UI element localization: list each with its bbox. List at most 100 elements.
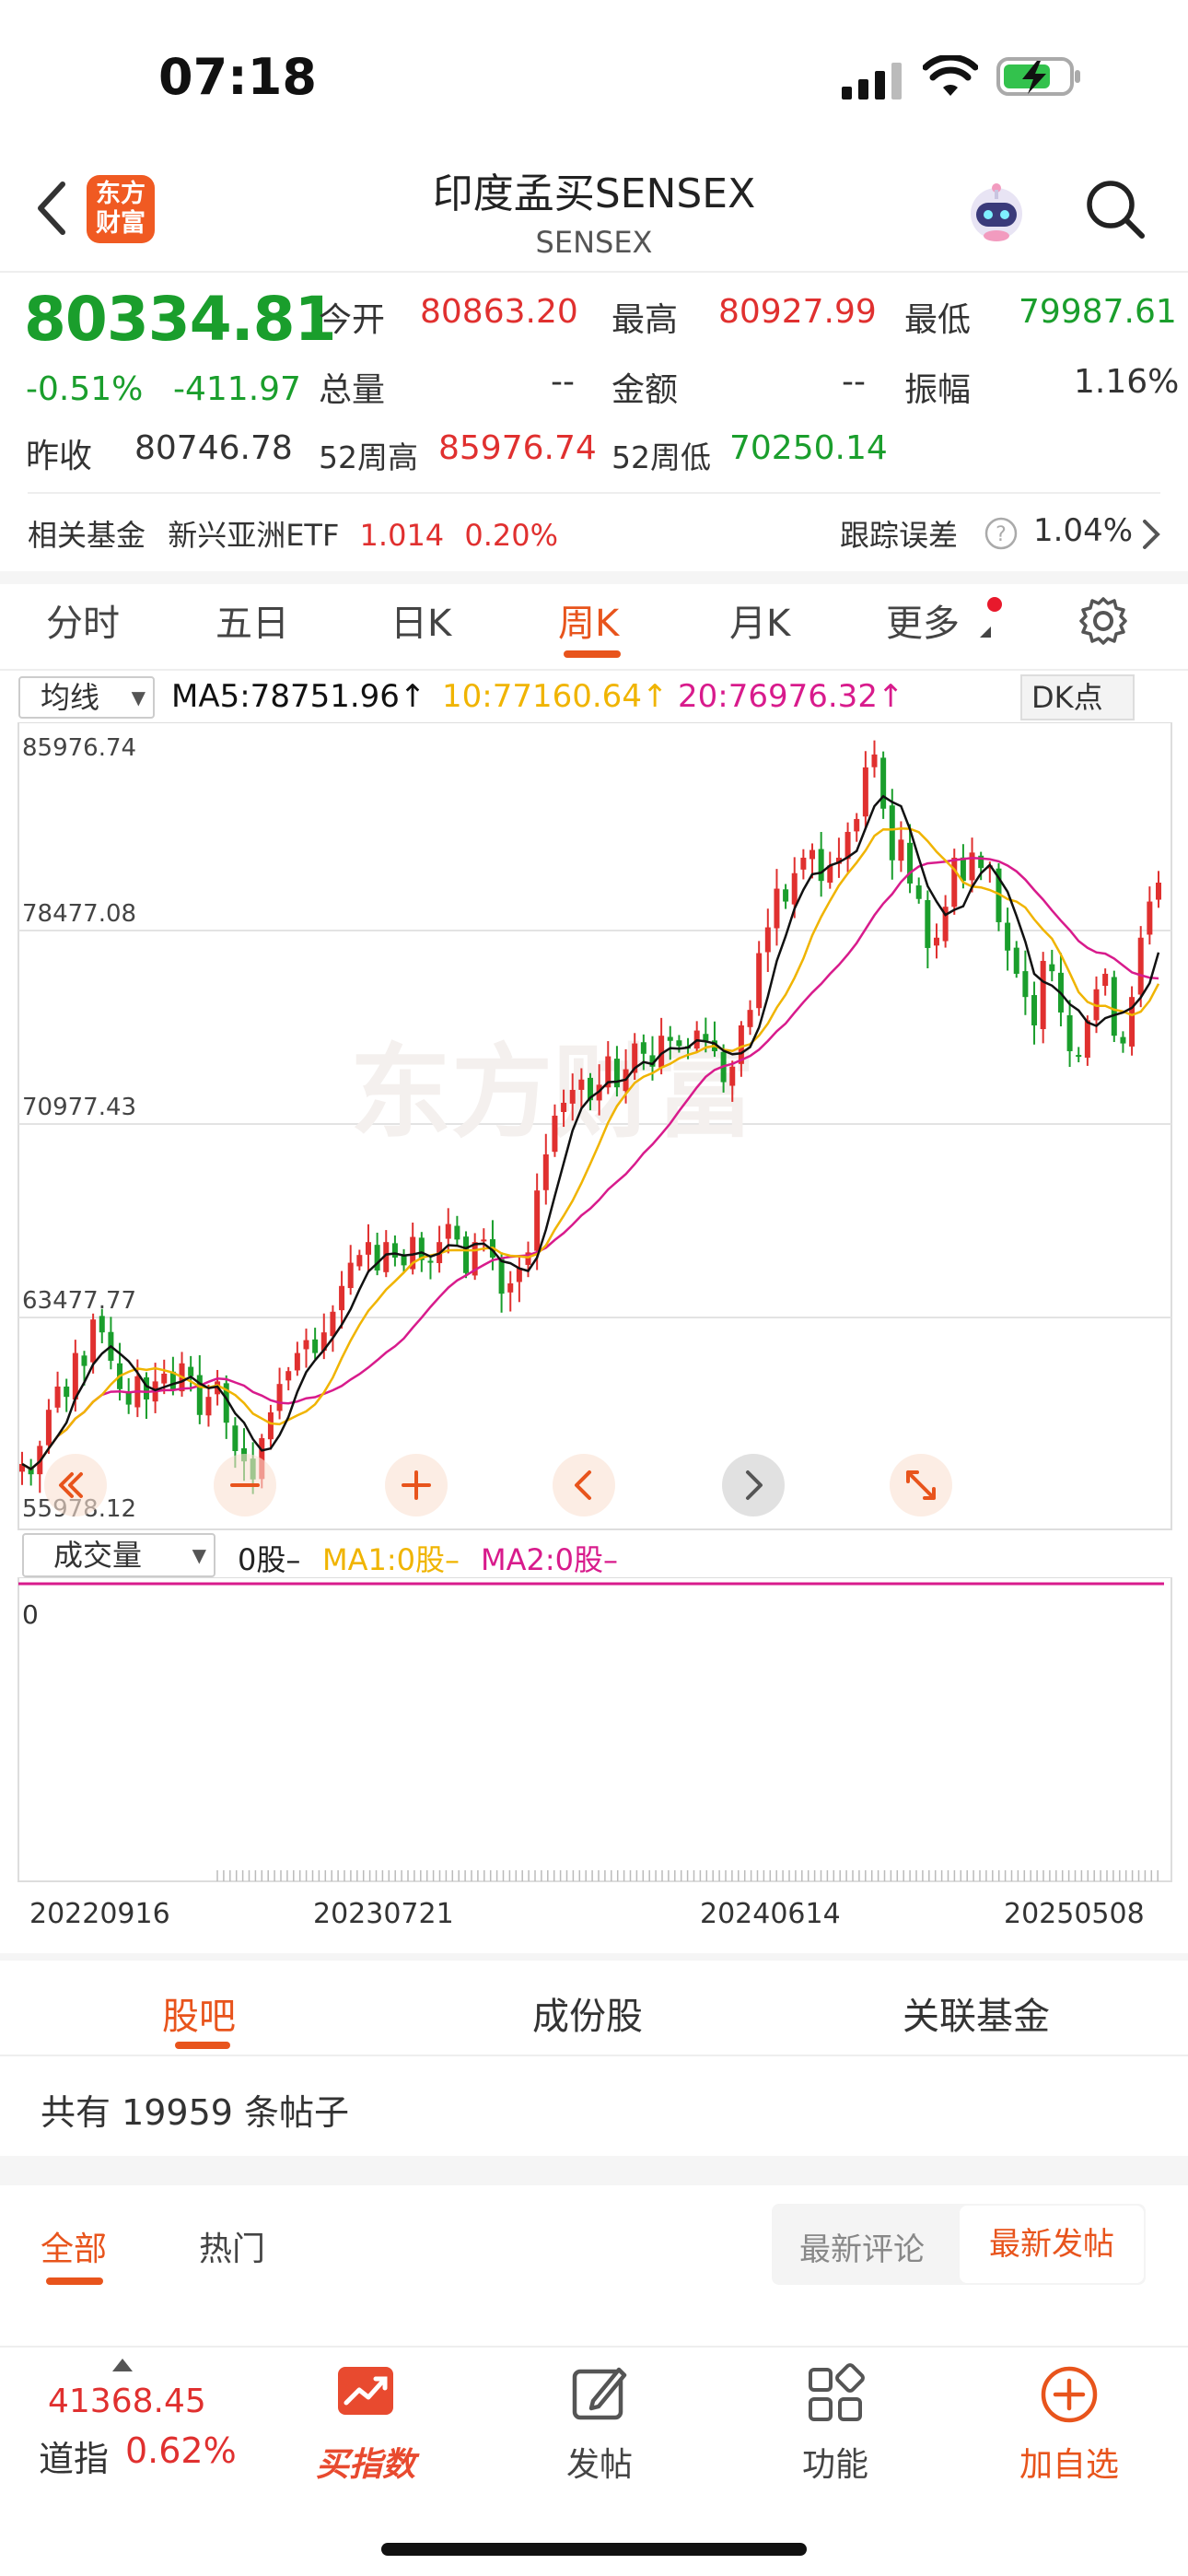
candle-body xyxy=(427,1260,434,1263)
kline-chart[interactable]: 85976.7478477.0870977.4363477.7755978.12… xyxy=(0,722,1188,1533)
functions-button[interactable]: 功能 xyxy=(757,2362,914,2486)
volume-indicator-select[interactable]: 成交量 ▼ xyxy=(22,1533,215,1577)
candle-body xyxy=(339,1285,345,1311)
filter-all[interactable]: 全部 xyxy=(41,2222,107,2270)
volume-chart[interactable]: 0 xyxy=(0,1577,1188,1891)
candle-body xyxy=(391,1243,398,1258)
candle-body xyxy=(99,1316,105,1333)
candle-body xyxy=(276,1384,283,1411)
scroll-right-button[interactable] xyxy=(722,1454,785,1516)
dk-point-button[interactable]: DK点 xyxy=(1020,674,1135,720)
section-gap xyxy=(0,571,1188,584)
open-label: 今开 xyxy=(319,301,386,339)
edit-icon xyxy=(572,2367,627,2420)
svg-text:?: ? xyxy=(996,523,1007,546)
related-fund-row[interactable]: 相关基金 新兴亚洲ETF 1.014 0.20% xyxy=(28,512,558,555)
control-circle xyxy=(722,1454,785,1516)
candle-body xyxy=(960,857,966,882)
buy-index-button[interactable]: 买指数 xyxy=(287,2362,444,2486)
ai-robot-icon[interactable] xyxy=(963,179,1030,245)
tab-intraday[interactable]: 分时 xyxy=(46,593,120,647)
volume-value: -- xyxy=(551,363,575,401)
candle-body xyxy=(285,1371,292,1381)
volume-label: 总量 xyxy=(319,371,386,409)
tab-daily-k[interactable]: 日K xyxy=(390,593,451,647)
posts-count: 共有 19959 条帖子 xyxy=(41,2092,350,2133)
y-tick-label: 85976.74 xyxy=(22,734,136,762)
candle-body xyxy=(613,1059,620,1088)
candle-body xyxy=(143,1377,149,1399)
candle-body xyxy=(1005,922,1011,951)
post-label: 发帖 xyxy=(565,2446,633,2484)
wk52-high-label: 52周高 xyxy=(319,439,418,475)
candle-body xyxy=(1147,901,1153,935)
grid-icon xyxy=(809,2363,865,2421)
current-price: 80334.81 xyxy=(24,284,337,355)
filter-hot[interactable]: 热门 xyxy=(199,2222,265,2270)
scroll-left-button[interactable] xyxy=(553,1454,615,1516)
candle-body xyxy=(498,1258,505,1294)
wifi-icon xyxy=(923,55,978,96)
zoom-out-button[interactable] xyxy=(214,1454,276,1516)
candle-body xyxy=(764,927,771,953)
candle-body xyxy=(1022,971,1029,998)
notification-dot xyxy=(987,597,1002,612)
add-watchlist-button[interactable]: 加自选 xyxy=(991,2362,1147,2486)
change-pct: -0.51% xyxy=(26,370,144,408)
header-divider xyxy=(0,271,1188,273)
candle-body xyxy=(756,953,763,1009)
tab-monthly-k[interactable]: 月K xyxy=(729,593,790,647)
candle-body xyxy=(791,872,798,905)
control-circle xyxy=(44,1454,107,1516)
candle-body xyxy=(45,1410,52,1446)
candle-body xyxy=(267,1411,274,1440)
buy-index-label: 买指数 xyxy=(315,2446,415,2484)
fullscreen-button[interactable] xyxy=(890,1454,952,1516)
help-icon[interactable]: ? xyxy=(984,516,1019,551)
tab-constituents[interactable]: 成份股 xyxy=(532,1986,643,2040)
home-indicator[interactable] xyxy=(381,2543,807,2556)
tracking-error-label: 跟踪误差 xyxy=(840,518,959,553)
sort-latest-comment[interactable]: 最新评论 xyxy=(799,2224,925,2269)
candle-body xyxy=(72,1352,78,1400)
candle-body xyxy=(854,818,860,832)
candle-body xyxy=(542,1153,549,1190)
battery-charging-icon xyxy=(996,57,1080,96)
candle-body xyxy=(205,1397,212,1416)
scroll-start-button[interactable] xyxy=(44,1454,107,1516)
date-label-4: 20250508 xyxy=(1004,1898,1145,1930)
search-icon[interactable] xyxy=(1083,177,1147,241)
sort-latest-post[interactable]: 最新发帖 xyxy=(960,2206,1144,2283)
add-watchlist-label: 加自选 xyxy=(1019,2446,1119,2484)
prev-close-value: 80746.78 xyxy=(134,429,293,467)
ma5-value: MA5:78751.96↑ xyxy=(171,678,426,715)
candle-body xyxy=(703,1034,709,1041)
tab-guba[interactable]: 股吧 xyxy=(162,1986,236,2040)
candle-body xyxy=(1076,1055,1082,1058)
high-value: 80927.99 xyxy=(718,293,877,331)
more-triangle-icon xyxy=(980,626,991,638)
tab-five-day[interactable]: 五日 xyxy=(215,593,289,647)
ma10-value: 10:77160.64↑ xyxy=(442,678,669,715)
candle-body xyxy=(925,900,931,948)
candle-body xyxy=(569,1089,576,1104)
candle-body xyxy=(1156,883,1161,900)
zoom-in-button[interactable] xyxy=(385,1454,448,1516)
dow-value[interactable]: 41368.45 xyxy=(48,2383,206,2420)
community-divider xyxy=(0,2055,1188,2056)
candle-body xyxy=(1013,947,1019,974)
tab-weekly-k[interactable]: 周K xyxy=(558,593,619,647)
chevron-right-icon[interactable] xyxy=(1140,518,1162,551)
amplitude-value: 1.16% xyxy=(1074,363,1180,401)
tab-related-funds[interactable]: 关联基金 xyxy=(903,1986,1050,2040)
candle-body xyxy=(862,767,868,817)
candle-body xyxy=(1040,960,1046,1030)
candle-body xyxy=(951,857,958,907)
tab-more[interactable]: 更多 xyxy=(886,593,960,647)
post-button[interactable]: 发帖 xyxy=(521,2362,678,2486)
gear-icon[interactable] xyxy=(1077,595,1129,647)
indicator-select[interactable]: 均线 ▼ xyxy=(18,676,155,719)
candle-body xyxy=(1049,964,1055,972)
low-label: 最低 xyxy=(904,301,972,339)
expand-up-icon[interactable] xyxy=(112,2359,133,2371)
